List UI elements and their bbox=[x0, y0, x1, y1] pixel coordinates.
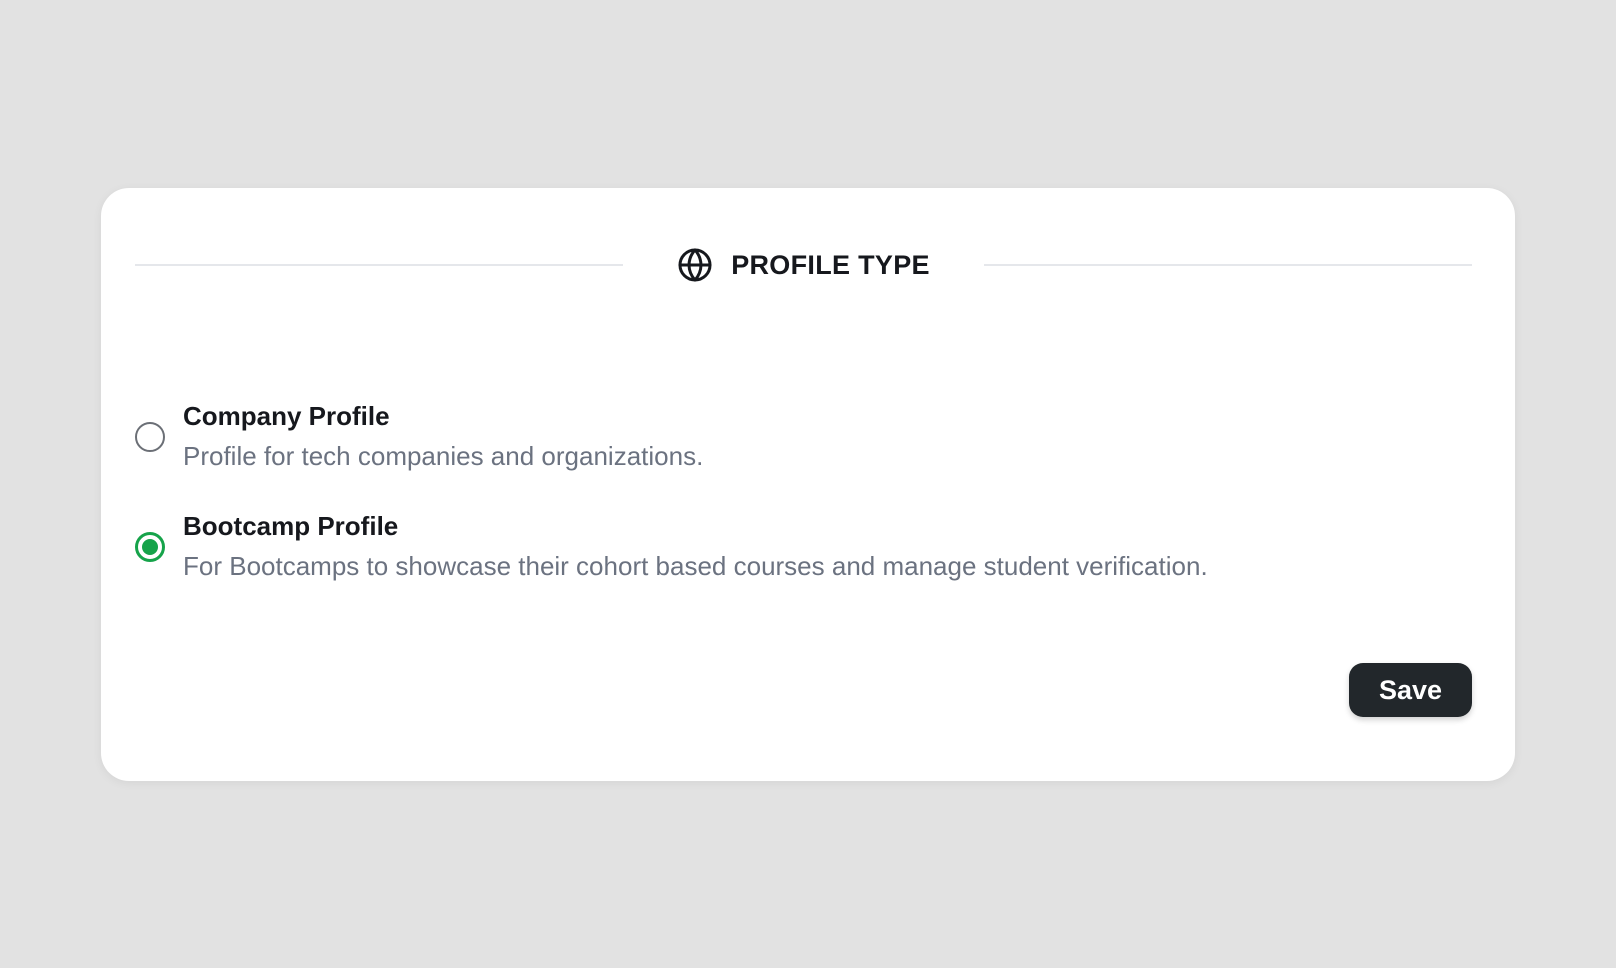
bootcamp-profile-radio[interactable] bbox=[135, 532, 165, 562]
save-button[interactable]: Save bbox=[1349, 663, 1472, 717]
option-description: Profile for tech companies and organizat… bbox=[183, 441, 704, 471]
section-title: PROFILE TYPE bbox=[731, 249, 930, 280]
option-company-profile[interactable]: Company Profile Profile for tech compani… bbox=[135, 400, 1475, 472]
section-header: PROFILE TYPE bbox=[135, 242, 1472, 288]
profile-type-options: Company Profile Profile for tech compani… bbox=[135, 400, 1475, 582]
option-label: Bootcamp Profile bbox=[183, 511, 399, 541]
header-divider-left bbox=[135, 264, 624, 266]
radio-selected-dot bbox=[142, 539, 158, 555]
company-profile-radio[interactable] bbox=[135, 422, 165, 452]
option-text: Company Profile Profile for tech compani… bbox=[183, 400, 703, 472]
option-label: Company Profile bbox=[183, 401, 390, 431]
header-divider-right bbox=[983, 264, 1472, 266]
option-description: For Bootcamps to showcase their cohort b… bbox=[183, 551, 1208, 581]
globe-icon bbox=[677, 247, 713, 283]
section-title-group: PROFILE TYPE bbox=[623, 247, 984, 283]
option-bootcamp-profile[interactable]: Bootcamp Profile For Bootcamps to showca… bbox=[135, 510, 1475, 582]
profile-type-card: PROFILE TYPE Company Profile Profile for… bbox=[101, 188, 1515, 781]
option-text: Bootcamp Profile For Bootcamps to showca… bbox=[183, 510, 1208, 582]
